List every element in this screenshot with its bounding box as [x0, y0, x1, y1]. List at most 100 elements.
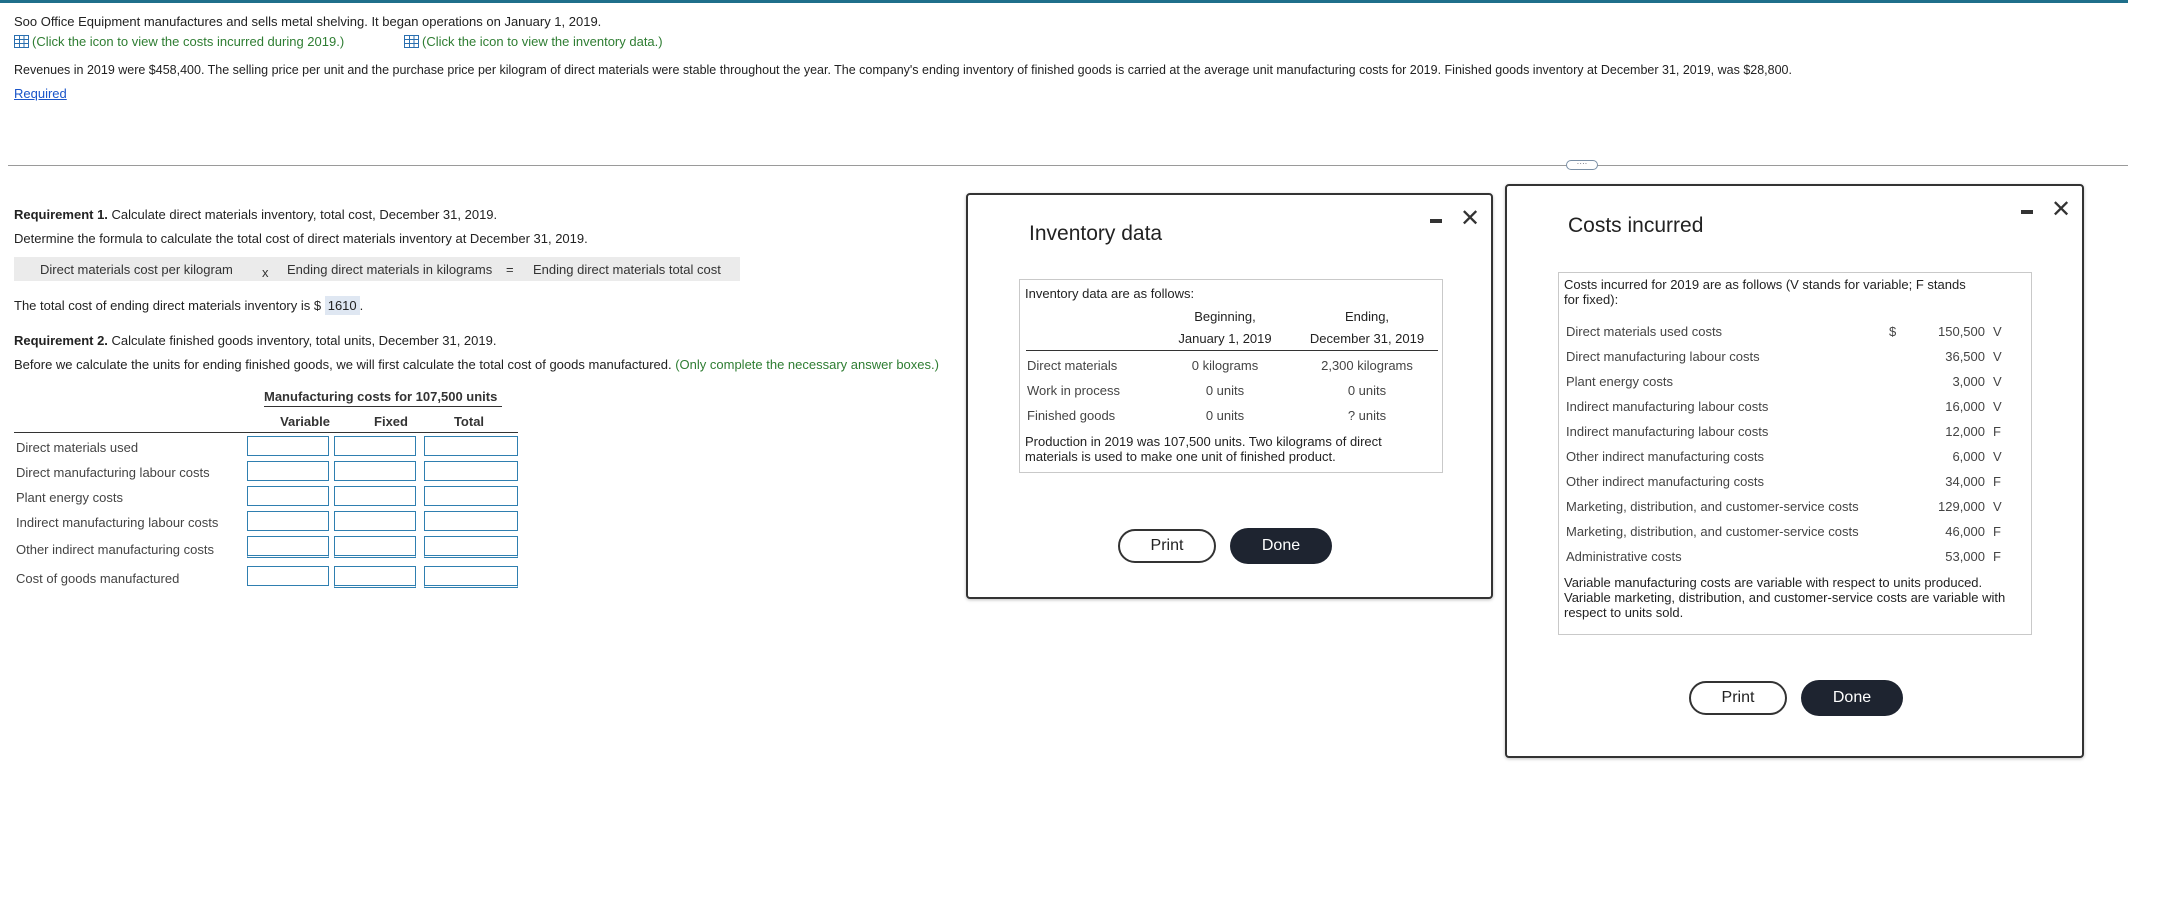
required-link[interactable]: Required — [14, 86, 67, 101]
cost-row-label: Direct materials used costs — [1566, 324, 1723, 339]
col-beginning-line1: Beginning, — [1194, 309, 1256, 324]
dm-total-input[interactable] — [424, 436, 518, 456]
cost-row-amount: 53,000 — [1945, 549, 1985, 564]
cogm-variable-input[interactable] — [247, 566, 329, 586]
dm-total-cost-input[interactable]: 1610 — [324, 296, 360, 315]
requirement-1-heading: Requirement 1. Calculate direct material… — [14, 207, 497, 222]
costs-footnote-line1: Variable manufacturing costs are variabl… — [1564, 575, 1983, 590]
cost-row-amount: 12,000 — [1945, 424, 1985, 439]
costs-done-button[interactable]: Done — [1801, 680, 1903, 716]
cost-row-type: V — [1993, 324, 2002, 339]
section-divider — [8, 165, 2128, 166]
inv-row-label: Work in process — [1027, 383, 1120, 398]
costs-modal-title: Costs incurred — [1568, 214, 1704, 237]
close-icon[interactable]: ✕ — [2051, 198, 2071, 222]
formula-operator-equals: = — [506, 262, 514, 277]
costs-incurred-modal: Costs incurred ✕ Costs incurred for 2019… — [1505, 184, 2084, 758]
energy-variable-input[interactable] — [247, 486, 329, 506]
dm-fixed-input[interactable] — [334, 436, 416, 456]
inv-row-label: Direct materials — [1027, 358, 1118, 373]
other-indirect-fixed-input[interactable] — [334, 536, 416, 558]
cost-row-type: F — [1993, 549, 2001, 564]
other-indirect-variable-input[interactable] — [247, 536, 329, 558]
col-beginning-line2: January 1, 2019 — [1178, 331, 1272, 346]
inventory-done-button[interactable]: Done — [1230, 528, 1332, 564]
minimize-icon[interactable] — [1430, 219, 1442, 223]
cogm-fixed-input[interactable] — [334, 566, 416, 588]
dm-total-cost-prefix: The total cost of ending direct material… — [14, 298, 322, 313]
close-icon[interactable]: ✕ — [1460, 207, 1480, 231]
cogm-total-input[interactable] — [424, 566, 518, 588]
row-label-direct-materials: Direct materials used — [16, 440, 139, 455]
cost-row-amount: 150,500 — [1938, 324, 1985, 339]
energy-fixed-input[interactable] — [334, 486, 416, 506]
formula-operator-multiply[interactable]: x — [262, 265, 269, 280]
row-label-plant-energy: Plant energy costs — [16, 490, 123, 505]
company-description: Soo Office Equipment manufactures and se… — [14, 14, 602, 29]
requirement-2-text: Calculate finished goods inventory, tota… — [107, 333, 497, 348]
formula-result-total-cost: Ending direct materials total cost — [533, 262, 721, 277]
requirement-2-hint: (Only complete the necessary answer boxe… — [675, 357, 939, 372]
cost-row-type: V — [1993, 349, 2002, 364]
cost-row-label: Indirect manufacturing labour costs — [1566, 424, 1769, 439]
cost-row-amount: 34,000 — [1945, 474, 1985, 489]
requirement-2-note: Before we calculate the units for ending… — [14, 357, 939, 372]
cost-row-type: F — [1993, 424, 2001, 439]
costs-footnote-line2: Variable marketing, distribution, and cu… — [1564, 590, 2006, 605]
dm-total-cost-suffix: . — [359, 298, 364, 313]
row-label-other-indirect: Other indirect manufacturing costs — [16, 542, 214, 557]
inventory-footnote-line2: materials is used to make one unit of fi… — [1025, 449, 1336, 464]
costs-table-panel: Costs incurred for 2019 are as follows (… — [1558, 272, 2032, 635]
cost-row-type: V — [1993, 499, 2002, 514]
dm-variable-input[interactable] — [247, 436, 329, 456]
costs-intro-line1: Costs incurred for 2019 are as follows (… — [1564, 277, 1966, 292]
other-indirect-total-input[interactable] — [424, 536, 518, 558]
cost-row-type: V — [1993, 374, 2002, 389]
inventory-data-modal: Inventory data ✕ Inventory data are as f… — [966, 193, 1493, 599]
cost-row-amount: 6,000 — [1952, 449, 1985, 464]
inventory-print-button[interactable]: Print — [1118, 529, 1216, 563]
cost-row-type: V — [1993, 399, 2002, 414]
formula-term-ending-kg[interactable]: Ending direct materials in kilograms — [287, 262, 492, 277]
labour-fixed-input[interactable] — [334, 461, 416, 481]
requirement-2-label: Requirement 2. — [14, 333, 108, 348]
minimize-icon[interactable] — [2021, 210, 2033, 214]
cost-row-label: Direct manufacturing labour costs — [1566, 349, 1760, 364]
resize-handle[interactable]: ···· — [1566, 160, 1598, 170]
top-accent-bar — [0, 0, 2128, 3]
inv-row-end: 2,300 kilograms — [1321, 358, 1413, 373]
row-label-direct-labour: Direct manufacturing labour costs — [16, 465, 210, 480]
cost-row-label: Other indirect manufacturing costs — [1566, 474, 1764, 489]
title-underline — [264, 406, 502, 407]
inventory-data-link[interactable]: (Click the icon to view the inventory da… — [404, 34, 663, 49]
cost-row-amount: 36,500 — [1945, 349, 1985, 364]
labour-variable-input[interactable] — [247, 461, 329, 481]
costs-data-link-text: (Click the icon to view the costs incurr… — [32, 34, 345, 49]
requirement-1-label: Requirement 1. — [14, 207, 108, 222]
costs-intro-line2: for fixed): — [1564, 292, 1619, 307]
inv-row-end: 0 units — [1347, 383, 1387, 398]
formula-term-cost-per-kg[interactable]: Direct materials cost per kilogram — [40, 262, 233, 277]
indirect-labour-fixed-input[interactable] — [334, 511, 416, 531]
indirect-labour-variable-input[interactable] — [247, 511, 329, 531]
energy-total-input[interactable] — [424, 486, 518, 506]
labour-total-input[interactable] — [424, 461, 518, 481]
col-fixed-header: Fixed — [374, 414, 408, 429]
costs-footnote-line3: respect to units sold. — [1564, 605, 1684, 620]
costs-print-button[interactable]: Print — [1689, 681, 1787, 715]
dm-total-cost-line: The total cost of ending direct material… — [14, 296, 364, 315]
row-label-indirect-labour: Indirect manufacturing labour costs — [16, 515, 219, 530]
cost-row-amount: 3,000 — [1952, 374, 1985, 389]
table-icon — [14, 35, 29, 48]
cost-row-label: Indirect manufacturing labour costs — [1566, 399, 1769, 414]
costs-data-link[interactable]: (Click the icon to view the costs incurr… — [14, 34, 344, 49]
currency-symbol: $ — [1889, 324, 1897, 339]
formula-row: Direct materials cost per kilogram x End… — [14, 257, 740, 281]
inv-row-begin: 0 kilograms — [1191, 358, 1259, 373]
col-total-header: Total — [453, 414, 485, 429]
cost-row-label: Other indirect manufacturing costs — [1566, 449, 1764, 464]
inv-row-begin: 0 units — [1205, 408, 1245, 423]
indirect-labour-total-input[interactable] — [424, 511, 518, 531]
row-label-cogm: Cost of goods manufactured — [16, 571, 180, 586]
col-ending-line1: Ending, — [1344, 309, 1390, 324]
